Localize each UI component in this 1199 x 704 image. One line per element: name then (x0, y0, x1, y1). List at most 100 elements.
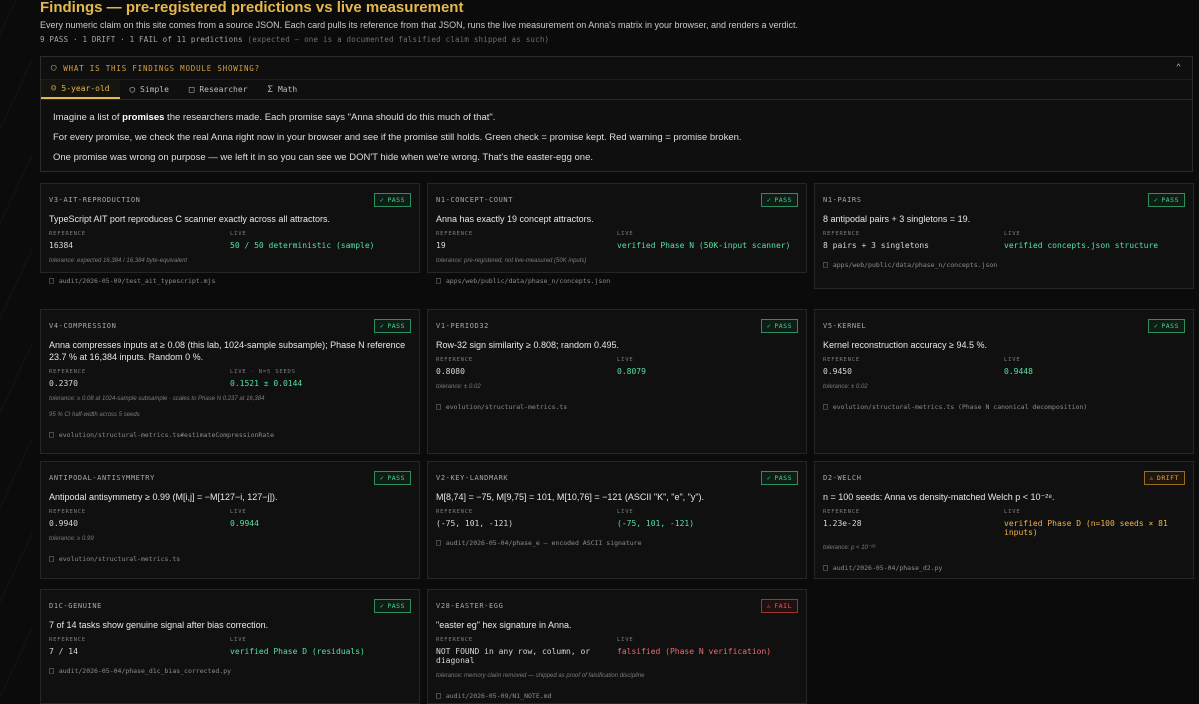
live-column: LIVE 50 / 50 deterministic (sample) (230, 231, 411, 250)
tolerance-note: 95 % CI half-width across 5 seeds (49, 412, 140, 418)
finding-id: V4-COMPRESSION (49, 322, 117, 330)
measurement-grid: REFERENCE NOT FOUND in any row, column, o… (436, 637, 798, 665)
reference-label: REFERENCE (49, 369, 87, 375)
source-link[interactable]: □ audit/2026-05-09/N1_NOTE.md (436, 691, 798, 700)
reference-value: 8 pairs + 3 singletons (823, 241, 929, 250)
check-circle-icon: ✓ (766, 474, 772, 482)
source-path: apps/web/public/data/phase_n/concepts.js… (832, 260, 998, 269)
tolerance-note: tolerance: ± 0.02 (823, 384, 868, 390)
source-path: evolution/structural-metrics.ts (445, 402, 568, 411)
card-header: V1-PERIOD32 ✓ PASS (436, 319, 798, 333)
source-link[interactable]: □ apps/web/public/data/phase_n/concepts.j… (436, 276, 798, 285)
measurement-grid: REFERENCE 0.9940 LIVE 0.9944 (49, 509, 411, 528)
measurement-grid: REFERENCE 16384 LIVE 50 / 50 deterministic … (49, 231, 411, 250)
source-link[interactable]: □ audit/2026-05-04/phase_d2.py (823, 563, 1185, 572)
chevron-up-icon[interactable]: ⌃ (1176, 63, 1182, 73)
check-circle-icon: ✓ (766, 196, 772, 204)
reference-value: NOT FOUND in any row, column, or diagona… (436, 647, 591, 665)
source-link[interactable]: □ audit/2026-05-09/test_ait_typescript.mj… (49, 276, 411, 285)
source-link[interactable]: □ evolution/structural-metrics.ts#estimat… (49, 430, 411, 439)
decorative-left-strip (0, 0, 32, 704)
live-value: falsified (Phase N verification) (617, 647, 772, 656)
card-header: D2-WELCH ⚠ DRIFT (823, 471, 1185, 485)
reference-label: REFERENCE (436, 231, 474, 237)
source-link[interactable]: □ audit/2026-05-04/phase_d1c_bias_correct… (49, 666, 411, 675)
source-path: audit/2026-05-04/phase_e — encoded ASCII… (445, 538, 642, 547)
live-value: 0.9448 (1004, 367, 1033, 376)
reference-label: REFERENCE (436, 357, 474, 363)
measurement-grid: REFERENCE 8 pairs + 3 singletons LIVE verif… (823, 231, 1185, 250)
finding-card: V4-COMPRESSION ✓ PASS Anna compresses input… (40, 309, 420, 454)
finding-id: N1-PAIRS (823, 196, 862, 204)
source-path: audit/2026-05-04/phase_d1c_bias_correcte… (58, 666, 232, 675)
reference-value: 0.2370 (49, 379, 78, 388)
stats-counts: 9 PASS · 1 DRIFT · 1 FAIL of 11 predicti… (40, 35, 243, 44)
explainer-header[interactable]: ◯ WHAT IS THIS FINDINGS MODULE SHOWING? … (41, 57, 1192, 79)
live-column: LIVE falsified (Phase N verification) (617, 637, 798, 665)
live-value: 0.8079 (617, 367, 646, 376)
live-column: LIVE verified Phase D (residuals) (230, 637, 411, 656)
stats-note: (expected — one is a documented falsifie… (247, 35, 550, 44)
source-link[interactable]: □ evolution/structural-metrics.ts (49, 554, 411, 563)
reference-label: REFERENCE (823, 357, 861, 363)
source-link[interactable]: □ evolution/structural-metrics.ts (Phase … (823, 402, 1185, 411)
reference-label: REFERENCE (823, 231, 861, 237)
live-value: verified Phase D (residuals) (230, 647, 365, 656)
status-label: DRIFT (1156, 474, 1179, 482)
measurement-grid: REFERENCE (-75, 101, -121) LIVE (-75, 101, … (436, 509, 798, 528)
live-value: 0.9944 (230, 519, 259, 528)
warning-triangle-icon: ⚠ (766, 602, 772, 610)
finding-id: ANTIPODAL-ANTISYMMETRY (49, 474, 155, 482)
finding-card: D1C-GENUINE ✓ PASS 7 of 14 tasks show genui… (40, 589, 420, 704)
explainer-tabs: ☺ 5-year-old ◯ Simple □ Researcher Σ Mat… (41, 79, 1192, 100)
lightbulb-icon: ◯ (51, 63, 58, 73)
measurement-grid: REFERENCE 1.23e-28 LIVE verified Phase D (n… (823, 509, 1185, 537)
check-circle-icon: ✓ (379, 602, 385, 610)
reference-value: 16384 (49, 241, 74, 250)
file-icon: □ (823, 563, 828, 572)
status-label: PASS (774, 196, 792, 204)
card-header: V3-AIT-REPRODUCTION ✓ PASS (49, 193, 411, 207)
status-label: PASS (387, 322, 405, 330)
tab-researcher[interactable]: □ Researcher (179, 80, 258, 99)
emphasis: promises (122, 112, 165, 123)
card-header: V5-KERNEL ✓ PASS (823, 319, 1185, 333)
reference-label: REFERENCE (823, 509, 861, 515)
reference-column: REFERENCE 0.9940 (49, 509, 230, 528)
status-badge: ✓ PASS (1147, 193, 1185, 207)
status-badge: ✓ PASS (373, 471, 411, 485)
live-value: 0.1521 ± 0.0144 (230, 379, 303, 388)
finding-id: V1-PERIOD32 (436, 322, 489, 330)
tolerance-note: tolerance: pre-registered, not live-meas… (436, 258, 587, 264)
source-path: audit/2026-05-09/test_ait_typescript.mjs (58, 276, 216, 285)
tolerance-note: tolerance: ≥ 0.08 at 1024-sample subsamp… (49, 396, 265, 402)
check-circle-icon: ✓ (379, 474, 385, 482)
reference-column: REFERENCE 16384 (49, 231, 230, 250)
file-icon: □ (49, 276, 54, 285)
check-circle-icon: ✓ (379, 322, 385, 330)
reference-value: 7 / 14 (49, 647, 78, 656)
source-link[interactable]: □ audit/2026-05-04/phase_e — encoded ASCI… (436, 538, 798, 547)
tolerance-note: tolerance: expected 16,384 / 16,384 byte… (49, 258, 188, 264)
tab-5-year-old[interactable]: ☺ 5-year-old (41, 80, 120, 99)
reference-column: REFERENCE 19 (436, 231, 617, 250)
claim-text: M[8,74] = −75, M[9,75] = 101, M[10,76] =… (436, 492, 705, 502)
source-link[interactable]: □ evolution/structural-metrics.ts (436, 402, 798, 411)
warning-triangle-icon: ⚠ (1149, 474, 1154, 482)
sigma-icon: Σ (267, 84, 273, 95)
tab-simple[interactable]: ◯ Simple (120, 80, 179, 99)
tab-math[interactable]: Σ Math (258, 80, 308, 99)
status-label: PASS (1161, 322, 1179, 330)
status-badge: ⚠ FAIL (760, 599, 798, 613)
status-label: PASS (387, 196, 405, 204)
source-link[interactable]: □ apps/web/public/data/phase_n/concepts.j… (823, 260, 1185, 269)
reference-label: REFERENCE (436, 509, 474, 515)
tab-label: Simple (140, 85, 169, 94)
claim-text: 7 of 14 tasks show genuine signal after … (49, 620, 269, 630)
explainer-paragraph-3: One promise was wrong on purpose — we le… (53, 152, 594, 163)
live-label: LIVE (617, 509, 634, 515)
live-value: verified Phase D (n=100 seeds × 81 input… (1004, 519, 1168, 537)
status-badge: ✓ PASS (373, 599, 411, 613)
reference-label: REFERENCE (49, 231, 87, 237)
explainer-paragraph-1: Imagine a list of promises the researche… (53, 108, 1180, 128)
